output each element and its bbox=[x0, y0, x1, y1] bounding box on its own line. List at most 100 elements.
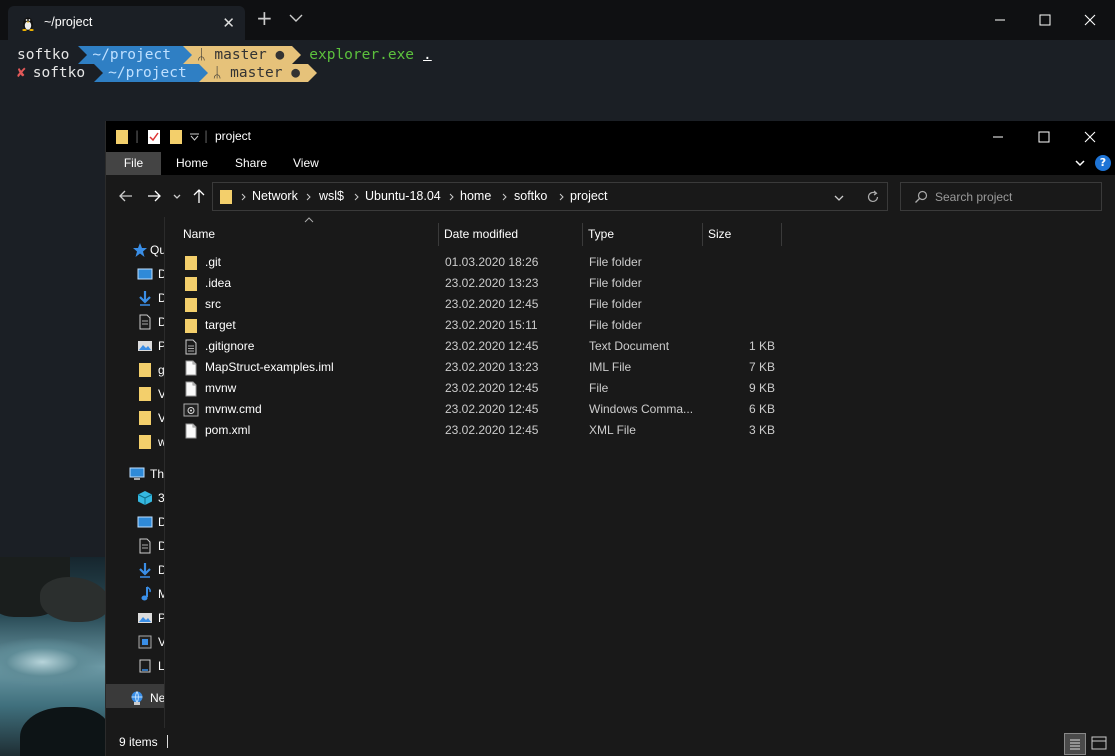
chevron-right-icon[interactable] bbox=[449, 193, 455, 201]
file-row[interactable]: target 23.02.2020 15:11 File folder bbox=[183, 315, 783, 336]
tab-title: ~/project bbox=[44, 15, 93, 29]
up-arrow-icon[interactable] bbox=[190, 187, 208, 205]
nav-item[interactable]: D bbox=[106, 310, 164, 334]
prompt-user: softko bbox=[17, 47, 70, 63]
command-text: explorer.exe bbox=[309, 47, 415, 63]
picture-icon bbox=[137, 610, 153, 626]
file-icon bbox=[183, 423, 199, 439]
breadcrumb-wsl[interactable]: wsl$ bbox=[319, 189, 344, 203]
tab-home[interactable]: Home bbox=[176, 152, 208, 175]
nav-item[interactable]: V bbox=[106, 382, 164, 406]
details-view-button[interactable] bbox=[1064, 733, 1086, 755]
nav-item[interactable]: P bbox=[106, 334, 164, 358]
file-name: mvnw bbox=[205, 381, 237, 395]
file-date: 23.02.2020 12:45 bbox=[445, 423, 539, 437]
file-name: src bbox=[205, 297, 221, 311]
search-input[interactable] bbox=[935, 185, 1095, 208]
breadcrumb-ubuntu[interactable]: Ubuntu-18.04 bbox=[365, 189, 441, 203]
column-header-size[interactable]: Size bbox=[703, 223, 782, 246]
back-arrow-icon[interactable] bbox=[117, 187, 135, 205]
file-row[interactable]: .idea 23.02.2020 13:23 File folder bbox=[183, 273, 783, 294]
column-header-name[interactable]: Name bbox=[178, 223, 439, 246]
breadcrumb-home[interactable]: home bbox=[460, 189, 491, 203]
file-row[interactable]: mvnw.cmd 23.02.2020 12:45 Windows Comma...… bbox=[183, 399, 783, 420]
nav-item[interactable]: P bbox=[106, 606, 164, 630]
nav-item[interactable]: Ne bbox=[106, 686, 164, 710]
nav-item[interactable]: D bbox=[106, 534, 164, 558]
nav-item[interactable]: Th bbox=[106, 462, 164, 486]
chevron-right-icon[interactable] bbox=[354, 193, 360, 201]
nav-item[interactable]: D bbox=[106, 262, 164, 286]
nav-item[interactable]: L bbox=[106, 654, 165, 678]
forward-arrow-icon[interactable] bbox=[145, 187, 163, 205]
nav-item[interactable]: D bbox=[106, 286, 164, 310]
tab-close-icon[interactable]: ✕ bbox=[222, 14, 235, 32]
desktop-icon bbox=[137, 266, 153, 282]
nav-item[interactable]: M bbox=[106, 582, 164, 606]
breadcrumb-project[interactable]: project bbox=[570, 189, 608, 203]
nav-item[interactable]: g bbox=[106, 358, 164, 382]
column-header-type[interactable]: Type bbox=[583, 223, 703, 246]
navigation-pane[interactable]: QuDDDPgVVwTh3DDDMPVLNe bbox=[106, 217, 165, 728]
nav-item-label: D bbox=[158, 563, 164, 577]
nav-item[interactable]: D bbox=[106, 558, 164, 582]
folder-icon bbox=[183, 318, 199, 334]
chevron-down-icon[interactable] bbox=[833, 193, 845, 203]
picture-icon bbox=[137, 338, 153, 354]
nav-item[interactable]: V bbox=[106, 406, 164, 430]
breadcrumb-softko[interactable]: softko bbox=[514, 189, 547, 203]
minimize-icon[interactable] bbox=[990, 10, 1010, 30]
tab-view[interactable]: View bbox=[293, 152, 319, 175]
file-row[interactable]: MapStruct-examples.iml 23.02.2020 13:23 IM… bbox=[183, 357, 783, 378]
search-box[interactable] bbox=[900, 182, 1102, 211]
new-tab-button[interactable]: + bbox=[256, 8, 273, 28]
nav-item[interactable]: w bbox=[106, 430, 164, 454]
file-row[interactable]: pom.xml 23.02.2020 12:45 XML File 3 KB bbox=[183, 420, 783, 441]
close-icon[interactable] bbox=[1080, 10, 1100, 30]
nav-item[interactable]: D bbox=[106, 510, 164, 534]
nav-item-label: w bbox=[158, 435, 164, 449]
file-row[interactable]: mvnw 23.02.2020 12:45 File 9 KB bbox=[183, 378, 783, 399]
file-list[interactable]: Name Date modified Type Size .git 01.03.2… bbox=[166, 217, 1115, 728]
tab-share[interactable]: Share bbox=[235, 152, 267, 175]
nav-item[interactable]: V bbox=[106, 630, 164, 654]
recent-locations-icon[interactable] bbox=[172, 187, 182, 205]
folder-icon bbox=[137, 362, 153, 378]
minimize-icon[interactable] bbox=[988, 128, 1008, 146]
chevron-right-icon[interactable] bbox=[502, 193, 508, 201]
tab-file[interactable]: File bbox=[106, 152, 161, 175]
nav-item[interactable]: 3 bbox=[106, 486, 164, 510]
properties-icon[interactable] bbox=[147, 129, 161, 145]
cmd-file-icon bbox=[183, 402, 199, 418]
folder-icon bbox=[137, 410, 153, 426]
customize-toolbar-icon[interactable] bbox=[190, 133, 199, 141]
close-icon[interactable] bbox=[1080, 128, 1100, 146]
file-name: mvnw.cmd bbox=[205, 402, 262, 416]
new-folder-icon[interactable] bbox=[169, 129, 183, 145]
chevron-right-icon[interactable] bbox=[559, 193, 565, 201]
file-row[interactable]: .git 01.03.2020 18:26 File folder bbox=[183, 252, 783, 273]
file-size: 7 KB bbox=[748, 360, 775, 374]
nav-item-label: L bbox=[158, 659, 165, 673]
chevron-right-icon[interactable] bbox=[306, 193, 312, 201]
status-bar: 9 items bbox=[106, 728, 1115, 756]
document-icon bbox=[137, 314, 153, 330]
terminal-tab[interactable]: ~/project ✕ bbox=[8, 6, 245, 40]
file-row[interactable]: src 23.02.2020 12:45 File folder bbox=[183, 294, 783, 315]
maximize-icon[interactable] bbox=[1035, 10, 1055, 30]
this-pc-icon bbox=[129, 466, 145, 482]
column-header-date[interactable]: Date modified bbox=[439, 223, 583, 246]
help-icon[interactable]: ? bbox=[1095, 155, 1111, 171]
file-row[interactable]: .gitignore 23.02.2020 12:45 Text Document 1… bbox=[183, 336, 783, 357]
chevron-right-icon[interactable] bbox=[241, 193, 247, 201]
chevron-down-icon[interactable] bbox=[1074, 157, 1086, 169]
nav-item-label: V bbox=[158, 635, 164, 649]
nav-item[interactable]: Qu bbox=[106, 238, 164, 262]
address-bar[interactable]: Network wsl$ Ubuntu-18.04 home softko pr… bbox=[212, 182, 888, 211]
chevron-down-icon[interactable] bbox=[289, 12, 303, 24]
refresh-icon[interactable] bbox=[866, 190, 880, 204]
maximize-icon[interactable] bbox=[1034, 128, 1054, 146]
text-file-icon bbox=[183, 339, 199, 355]
breadcrumb-network[interactable]: Network bbox=[252, 189, 298, 203]
large-icons-view-icon[interactable] bbox=[1091, 736, 1107, 750]
